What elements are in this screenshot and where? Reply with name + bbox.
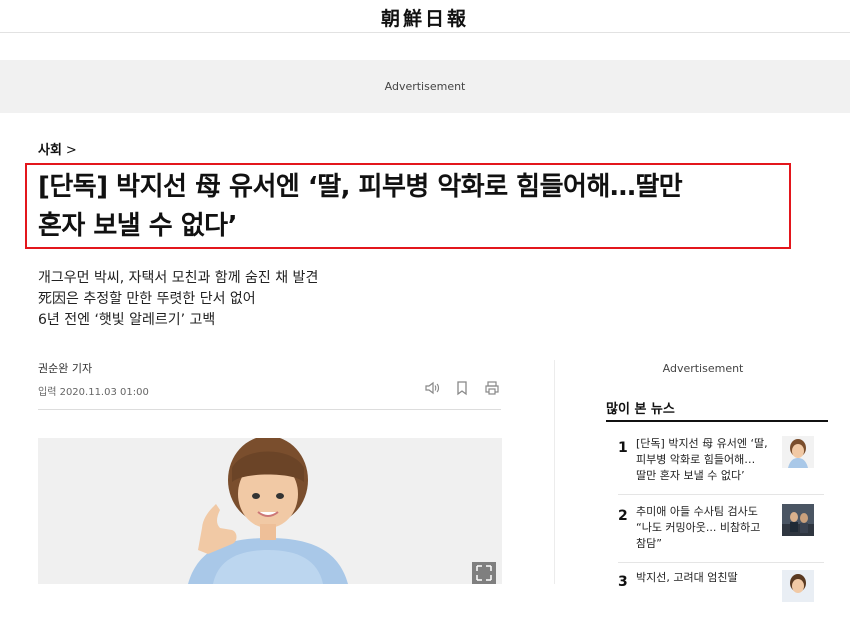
text-line: 피부병 악화로 힘들어해… <box>636 453 756 466</box>
popular-title-underline <box>606 420 828 422</box>
article-headline: [단독] 박지선 母 유서엔 ‘딸, 피부병 악화로 힘들어해…딸만 혼자 보낼… <box>38 168 788 246</box>
meta-divider <box>38 409 501 410</box>
popular-item-text: 추미애 아들 수사팀 검사도 “나도 커밍아웃... 비참하고 참담” <box>636 504 776 552</box>
popular-item-2[interactable]: 2 추미애 아들 수사팀 검사도 “나도 커밍아웃... 비참하고 참담” <box>606 502 828 574</box>
subhead-line: 死因은 추정할 만한 뚜렷한 단서 없어 <box>38 291 256 307</box>
text-line: 참담” <box>636 537 662 550</box>
headline-line-1: [단독] 박지선 母 유서엔 ‘딸, 피부병 악화로 힘들어해…딸만 <box>38 172 683 202</box>
ad-label: Advertisement <box>384 80 466 93</box>
chevron-right-icon: > <box>65 143 77 158</box>
publish-date: 입력 2020.11.03 01:00 <box>38 387 149 398</box>
popular-item-thumbnail <box>782 436 814 468</box>
text-line: 추미애 아들 수사팀 검사도 <box>636 505 758 518</box>
text-line: 딸만 혼자 보낼 수 없다’ <box>636 469 745 482</box>
sidebar-ad-label: Advertisement <box>662 362 744 375</box>
article-photo[interactable] <box>38 438 502 584</box>
expand-image-button[interactable] <box>472 562 496 584</box>
ad-banner[interactable]: Advertisement <box>0 60 850 113</box>
text-line: “나도 커밍아웃... 비참하고 <box>636 521 761 534</box>
breadcrumb-section[interactable]: 사회 > <box>38 139 77 158</box>
popular-item-3[interactable]: 3 박지선, 고려대 엄친딸 <box>606 568 828 640</box>
popular-news-title: 많이 본 뉴스 <box>606 402 675 417</box>
rank-number: 2 <box>618 508 628 524</box>
speaker-icon[interactable] <box>424 380 440 396</box>
rank-number: 3 <box>618 574 628 590</box>
subhead-line: 6년 전엔 ‘햇빛 알레르기’ 고백 <box>38 312 216 328</box>
column-divider <box>554 360 555 584</box>
popular-item-thumbnail <box>782 570 814 602</box>
section-label: 사회 <box>38 143 62 158</box>
rank-number: 1 <box>618 440 628 456</box>
headline-line-2: 혼자 보낼 수 없다’ <box>38 211 237 241</box>
article-subheads: 개그우먼 박씨, 자택서 모친과 함께 숨진 채 발견 死因은 추정할 만한 뚜… <box>38 268 318 331</box>
expand-icon <box>476 565 492 581</box>
site-logo[interactable]: 朝鮮日報 <box>0 4 850 31</box>
popular-separator <box>618 562 824 563</box>
author-byline[interactable]: 권순완 기자 <box>38 360 92 376</box>
portrait-illustration <box>38 438 502 584</box>
subhead-line: 개그우먼 박씨, 자택서 모친과 함께 숨진 채 발견 <box>38 270 319 286</box>
site-header: 朝鮮日報 <box>0 0 850 33</box>
bookmark-icon[interactable] <box>454 380 470 396</box>
popular-item-thumbnail <box>782 504 814 536</box>
text-line: [단독] 박지선 母 유서엔 ‘딸, <box>636 437 768 450</box>
popular-item-1[interactable]: 1 [단독] 박지선 母 유서엔 ‘딸, 피부병 악화로 힘들어해… 딸만 혼자… <box>606 434 828 506</box>
article-tools <box>424 380 504 398</box>
popular-item-text: [단독] 박지선 母 유서엔 ‘딸, 피부병 악화로 힘들어해… 딸만 혼자 보… <box>636 436 776 484</box>
popular-separator <box>618 494 824 495</box>
print-icon[interactable] <box>484 380 500 396</box>
